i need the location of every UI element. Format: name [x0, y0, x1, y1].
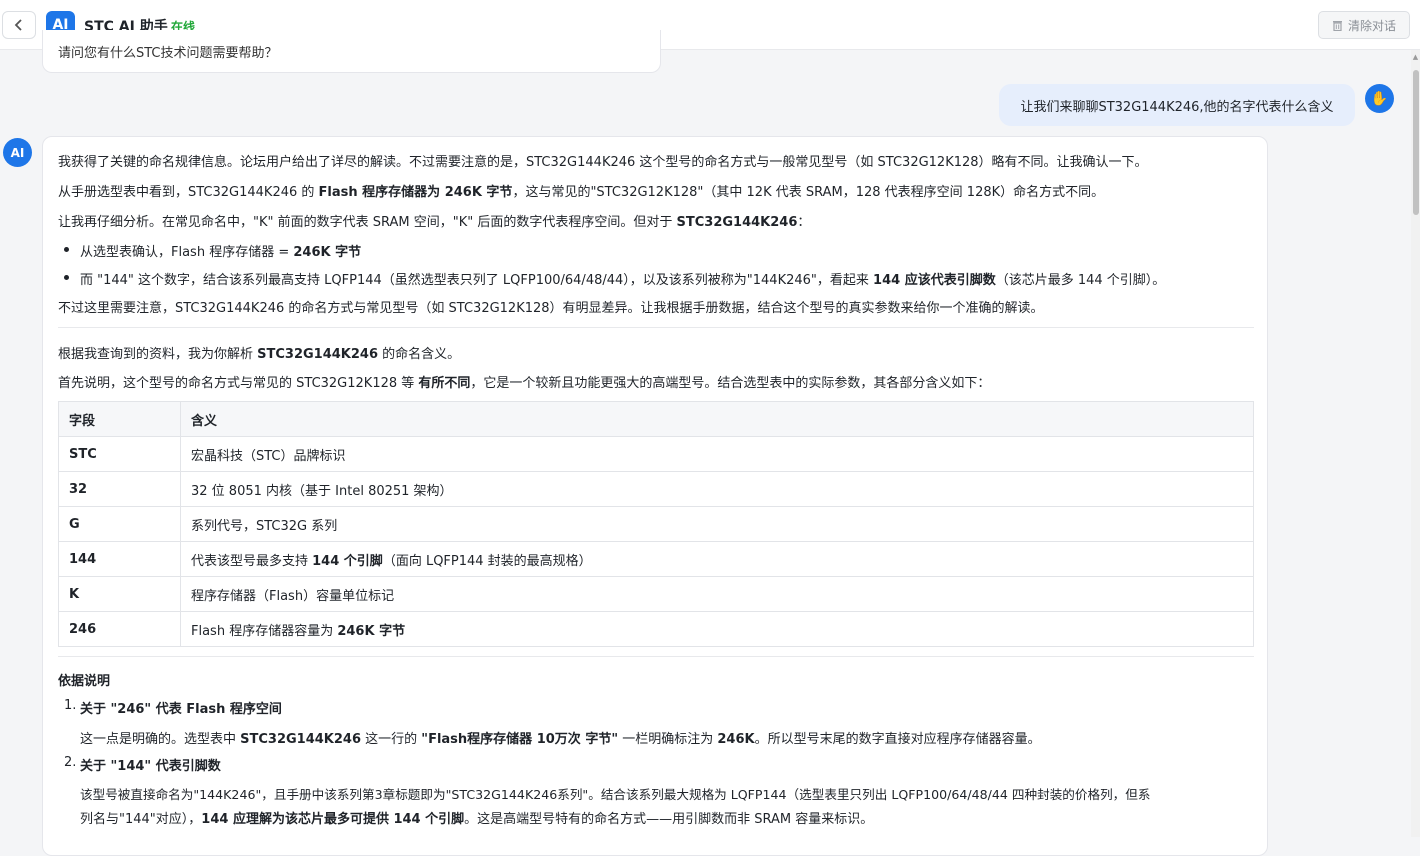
clear-conversation-label: 清除对话 — [1347, 18, 1396, 33]
table-row: 144 代表该型号最多支持 144 个引脚（面向 LQFP144 封装的最高规格） — [58, 541, 1254, 577]
divider — [58, 656, 1254, 657]
bold-span: STC32G144K246 — [257, 347, 379, 362]
text-span: 程序存储器（Flash）容量单位标记 — [191, 588, 395, 604]
scroll-up-arrow-icon[interactable]: ▲ — [1411, 52, 1420, 62]
text-span: 。这是高端型号特有的命名方式——用引脚数而非 SRAM 容量来标识。 — [464, 812, 874, 827]
text-span: 而 "144" 这个数字，结合该系列最高支持 LQFP144（虽然选型表只列了 … — [80, 273, 874, 288]
table-row: STC 宏晶科技（STC）品牌标识 — [58, 436, 1254, 472]
text-span: Flash 程序存储器容量为 — [191, 623, 338, 639]
table-body: STC 宏晶科技（STC）品牌标识 32 32 位 8051 内核（基于 Intel … — [58, 436, 1254, 647]
bold-span: 144 应理解为该芯片最多可提供 144 个引脚 — [201, 812, 465, 827]
text-span: 让我再仔细分析。在常见命名中，"K" 前面的数字代表 SRAM 空间，"K" 后… — [58, 215, 677, 230]
text-span: 这一行的 — [361, 732, 422, 747]
text-span: ，这与常见的"STC32G12K128"（其中 12K 代表 SRAM，128 … — [512, 185, 1105, 200]
clear-conversation-button[interactable]: 清除对话 — [1318, 11, 1410, 39]
table-row: 246 Flash 程序存储器容量为 246K 字节 — [58, 611, 1254, 647]
table-cell-field: K — [58, 576, 181, 612]
back-button[interactable] — [2, 11, 36, 39]
text-span: 从手册选型表中看到，STC32G144K246 的 — [58, 185, 319, 200]
bold-span: "Flash程序存储器 10万次 字节" — [421, 732, 619, 747]
bold-span: 246K 字节 — [293, 245, 362, 260]
basis-section-title: 依据说明 — [58, 674, 111, 689]
text-span: 代表该型号最多支持 — [191, 553, 313, 569]
paragraph-1: 我获得了关键的命名规律信息。论坛用户给出了详尽的解读。不过需要注意的是，STC3… — [58, 155, 1148, 170]
text-span: 首先说明，这个型号的命名方式与常见的 STC32G12K128 等 — [58, 376, 419, 391]
table-header-row: 字段 含义 — [58, 401, 1254, 437]
paragraph-2: 从手册选型表中看到，STC32G144K246 的 Flash 程序存储器为 2… — [58, 181, 1104, 200]
table-cell-meaning: 代表该型号最多支持 144 个引脚（面向 LQFP144 封装的最高规格） — [180, 541, 1254, 577]
bold-span: Flash 程序存储器为 246K 字节 — [318, 185, 513, 200]
list-number: 1. — [64, 698, 77, 713]
chevron-left-icon — [14, 19, 22, 31]
paragraph-3: 让我再仔细分析。在常见命名中，"K" 前面的数字代表 SRAM 空间，"K" 后… — [58, 211, 810, 230]
text-span: ，它是一个较新且功能更强大的高端型号。结合选型表中的实际参数，其各部分含义如下： — [470, 376, 991, 391]
paragraph-6: 首先说明，这个型号的命名方式与常见的 STC32G12K128 等 有所不同，它… — [58, 372, 990, 391]
paragraph-5: 根据我查询到的资料，我为你解析 STC32G144K246 的命名含义。 — [58, 343, 460, 362]
hand-icon: ✋ — [1370, 90, 1389, 107]
basis-item-2-title: 关于 "144" 代表引脚数 — [80, 759, 221, 774]
column-header-meaning: 含义 — [180, 401, 1254, 437]
table-cell-field: G — [58, 506, 181, 542]
table-cell-meaning: 32 位 8051 内核（基于 Intel 80251 架构） — [180, 471, 1254, 507]
paragraph-4: 不过这里需要注意，STC32G144K246 的命名方式与常见型号（如 STC3… — [58, 301, 1044, 316]
table-cell-field: STC — [58, 436, 181, 472]
previous-ai-message: 请问您有什么STC技术问题需要帮助？ — [42, 30, 661, 73]
table-row: G 系列代号，STC32G 系列 — [58, 506, 1254, 542]
bullet-item-1: 从选型表确认，Flash 程序存储器 = 246K 字节 — [80, 241, 361, 260]
text-span: 根据我查询到的资料，我为你解析 — [58, 347, 258, 362]
table-cell-meaning: 程序存储器（Flash）容量单位标记 — [180, 576, 1254, 612]
bold-span: 246K — [717, 732, 755, 747]
trash-icon — [1332, 21, 1342, 31]
text-span: 的命名含义。 — [378, 347, 461, 362]
table-row: K 程序存储器（Flash）容量单位标记 — [58, 576, 1254, 612]
text-span: 一栏明确标注为 — [618, 732, 718, 747]
basis-item-2-text-line2: 列名与"144"对应），144 应理解为该芯片最多可提供 144 个引脚。这是高… — [80, 808, 873, 827]
scrollbar-thumb[interactable] — [1413, 70, 1419, 215]
bold-span: 有所不同 — [418, 376, 471, 391]
table-cell-field: 32 — [58, 471, 181, 507]
ai-message-bubble: 我获得了关键的命名规律信息。论坛用户给出了详尽的解读。不过需要注意的是，STC3… — [42, 136, 1268, 856]
bullet-dot — [64, 275, 69, 280]
basis-item-1-title: 关于 "246" 代表 Flash 程序空间 — [80, 702, 282, 717]
bold-span: 246K 字节 — [337, 623, 406, 639]
bold-span: STC32G144K246 — [240, 732, 362, 747]
basis-item-1-text: 这一点是明确的。选型表中 STC32G144K246 这一行的 "Flash程序… — [80, 728, 1041, 747]
previous-ai-text: 请问您有什么STC技术问题需要帮助？ — [58, 46, 278, 61]
user-message-text: 让我们来聊聊ST32G144K246,他的名字代表什么含义 — [1020, 99, 1334, 115]
bold-span: 144 个引脚 — [312, 553, 383, 569]
text-span: 32 位 8051 内核（基于 Intel 80251 架构） — [191, 483, 453, 499]
text-span: ： — [797, 215, 811, 230]
divider — [58, 327, 1254, 328]
bold-span: STC32G144K246 — [676, 215, 798, 230]
text-span: 列名与"144"对应）， — [80, 812, 202, 827]
text-span: （该芯片最多 144 个引脚）。 — [995, 273, 1166, 288]
text-span: 从选型表确认，Flash 程序存储器 = — [80, 245, 294, 260]
bullet-item-2: 而 "144" 这个数字，结合该系列最高支持 LQFP144（虽然选型表只列了 … — [80, 269, 1165, 288]
naming-table: 字段 含义 STC 宏晶科技（STC）品牌标识 32 32 位 8051 内核（基于 … — [58, 401, 1254, 647]
table-row: 32 32 位 8051 内核（基于 Intel 80251 架构） — [58, 471, 1254, 507]
text-span: 系列代号，STC32G 系列 — [191, 518, 338, 534]
list-number: 2. — [64, 755, 77, 770]
table-cell-meaning: Flash 程序存储器容量为 246K 字节 — [180, 611, 1254, 647]
user-avatar: ✋ — [1365, 84, 1394, 113]
text-span: 这一点是明确的。选型表中 — [80, 732, 241, 747]
bold-span: 144 应该代表引脚数 — [873, 273, 996, 288]
text-span: 宏晶科技（STC）品牌标识 — [191, 448, 346, 464]
user-message-bubble: 让我们来聊聊ST32G144K246,他的名字代表什么含义 — [999, 84, 1355, 126]
table-cell-field: 144 — [58, 541, 181, 577]
text-span: （面向 LQFP144 封装的最高规格） — [382, 553, 592, 569]
bullet-dot — [64, 247, 69, 252]
basis-item-2-text-line1: 该型号被直接命名为"144K246"，且手册中该系列第3章标题即为"STC32G… — [80, 787, 1151, 802]
table-cell-meaning: 宏晶科技（STC）品牌标识 — [180, 436, 1254, 472]
table-cell-meaning: 系列代号，STC32G 系列 — [180, 506, 1254, 542]
column-header-field: 字段 — [58, 401, 181, 437]
table-cell-field: 246 — [58, 611, 181, 647]
ai-avatar: AI — [3, 138, 32, 167]
text-span: 。所以型号末尾的数字直接对应程序存储器容量。 — [754, 732, 1041, 747]
